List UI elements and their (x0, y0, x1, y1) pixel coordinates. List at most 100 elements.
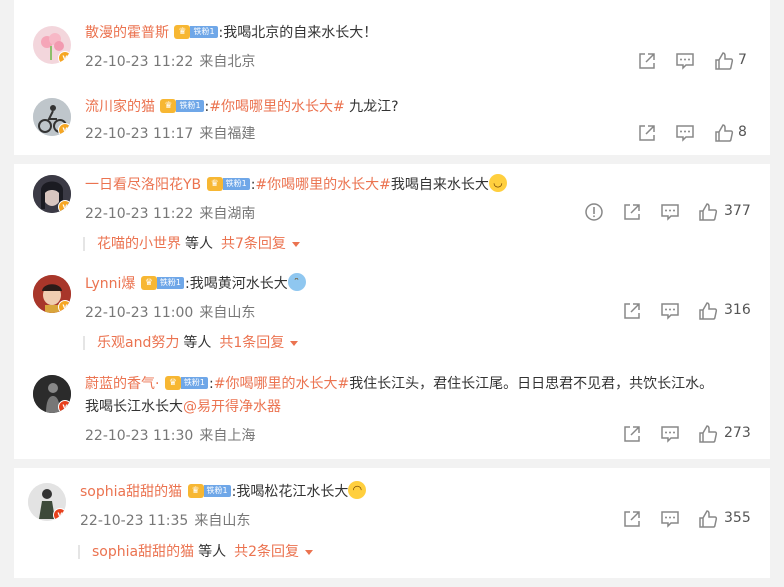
comment-location: 来自湖南 (199, 206, 256, 222)
avatar[interactable]: v (33, 275, 71, 313)
topic-hashtag[interactable]: #你喝哪里的水长大# (255, 177, 390, 193)
like-icon[interactable] (714, 123, 734, 143)
reply-divider (78, 545, 80, 559)
fan-badge: ♛ 铁粉1 (164, 376, 208, 390)
chevron-down-icon[interactable] (305, 549, 314, 555)
like-count: 316 (724, 302, 751, 318)
crown-icon: ♛ (164, 376, 181, 390)
share-icon[interactable] (637, 51, 657, 71)
comment-text-line-2: 我喝长江水长大@易开得净水器 (85, 397, 281, 417)
comment-icon[interactable] (660, 424, 680, 444)
share-icon[interactable] (622, 509, 642, 529)
comment-item: v 散漫的霍普斯 ♛ 铁粉1:我喝北京的自来水长大！ 22-10-23 11:22… (14, 0, 770, 80)
avatar[interactable]: v (33, 175, 71, 213)
comment-body: 九龙江? (344, 99, 399, 115)
chevron-down-icon[interactable] (290, 340, 299, 346)
comment-actions: 355 (622, 509, 768, 529)
comment-location: 来自山东 (194, 513, 251, 529)
comment-card: v 一日看尽洛阳花YB ♛ 铁粉1:#你喝哪里的水长大#我喝自来水长大 ◡ 22-1… (14, 164, 770, 459)
share-icon[interactable] (622, 202, 642, 222)
reply-summary[interactable]: 乐观and努力 等人 共1条回复 (83, 332, 299, 352)
verified-badge-icon: v (53, 508, 66, 521)
crown-icon: ♛ (187, 484, 204, 498)
comment-username[interactable]: 散漫的霍普斯 (85, 25, 169, 41)
reply-count-link[interactable]: 共1条回复 (219, 335, 284, 351)
like-icon[interactable] (698, 509, 718, 529)
verified-badge-icon: v (58, 123, 71, 136)
like-icon[interactable] (698, 202, 718, 222)
comment-body: 我喝自来水长大 (390, 177, 489, 193)
comment-meta: 22-10-23 11:17 来自福建 (85, 123, 255, 143)
like-icon[interactable] (714, 51, 734, 71)
reply-divider (83, 237, 85, 251)
comment-item: v 蔚蓝的香气· ♛ 铁粉1:#你喝哪里的水长大#我住长江头，君住长江尾。日日思君… (14, 364, 770, 459)
comment-username[interactable]: Lynni爆 (85, 276, 135, 292)
reply-divider (83, 336, 85, 350)
avatar[interactable]: v (33, 26, 71, 64)
avatar[interactable]: v (33, 375, 71, 413)
topic-hashtag[interactable]: #你喝哪里的水长大# (214, 376, 349, 392)
comment-card: v sophia甜甜的猫 ♛ 铁粉1:我喝松花江水长大 ◠ 22-10-23 11:… (14, 468, 770, 578)
reply-summary[interactable]: 花喵的小世界 等人 共7条回复 (83, 233, 300, 253)
comment-location: 来自福建 (199, 126, 256, 142)
verified-badge-icon: v (58, 51, 71, 64)
topic-hashtag[interactable]: #你喝哪里的水长大# (209, 99, 344, 115)
comment-meta: 22-10-23 11:35 来自山东 (80, 510, 250, 530)
comment-icon[interactable] (675, 123, 695, 143)
comment-body-continued: 我喝长江水长大 (85, 399, 183, 415)
like-icon[interactable] (698, 301, 718, 321)
comment-location: 来自北京 (199, 54, 256, 70)
comment-icon[interactable] (675, 51, 695, 71)
comment-date: 22-10-23 11:22 (85, 206, 194, 222)
reply-username[interactable]: 乐观and努力 (97, 335, 179, 351)
comment-actions: 8 (637, 123, 767, 143)
reply-count-link[interactable]: 共7条回复 (221, 236, 286, 252)
share-icon[interactable] (637, 123, 657, 143)
comment-username[interactable]: 流川家的猫 (85, 99, 155, 115)
comment-username[interactable]: 一日看尽洛阳花YB (85, 177, 201, 193)
comment-body: 我住长江头，君住长江尾。日日思君不见君，共饮长江水。 (349, 376, 714, 392)
comment-icon[interactable] (660, 202, 680, 222)
comment-date: 22-10-23 11:22 (85, 54, 194, 70)
reply-summary[interactable]: sophia甜甜的猫 等人 共2条回复 (78, 541, 314, 561)
like-count: 377 (724, 203, 751, 219)
reply-count-link[interactable]: 共2条回复 (234, 544, 299, 560)
share-icon[interactable] (622, 301, 642, 321)
doge-emoji-icon: ᵔ (287, 273, 306, 291)
comment-text-line: 一日看尽洛阳花YB ♛ 铁粉1:#你喝哪里的水长大#我喝自来水长大 ◡ (85, 174, 507, 195)
like-icon[interactable] (698, 424, 718, 444)
comment-card: v 散漫的霍普斯 ♛ 铁粉1:我喝北京的自来水长大！ 22-10-23 11:22… (14, 0, 770, 155)
avatar[interactable]: v (33, 98, 71, 136)
comment-meta: 22-10-23 11:22 来自北京 (85, 51, 255, 71)
comment-location: 来自山东 (199, 305, 256, 321)
comment-icon[interactable] (660, 509, 680, 529)
fan-badge: ♛ 铁粉1 (206, 177, 250, 191)
comment-body: 我喝北京的自来水长大！ (223, 25, 378, 41)
comment-actions: 377 (584, 202, 768, 222)
reply-username[interactable]: sophia甜甜的猫 (92, 544, 194, 560)
comment-icon[interactable] (660, 301, 680, 321)
crown-icon: ♛ (140, 276, 157, 290)
laugh-emoji-icon: ◠ (348, 481, 367, 499)
verified-badge-icon: v (58, 200, 71, 213)
verified-badge-icon: v (58, 300, 71, 313)
comment-username[interactable]: sophia甜甜的猫 (80, 484, 182, 500)
comment-item: v 一日看尽洛阳花YB ♛ 铁粉1:#你喝哪里的水长大#我喝自来水长大 ◡ 22-1… (14, 164, 770, 259)
reply-username[interactable]: 花喵的小世界 (97, 236, 181, 252)
chevron-down-icon[interactable] (291, 241, 300, 247)
comment-date: 22-10-23 11:35 (80, 513, 189, 529)
avatar[interactable]: v (28, 483, 66, 521)
comment-item: v Lynni爆 ♛ 铁粉1:我喝黄河水长大 ᵔ 22-10-23 11:00 来自山… (14, 264, 770, 359)
comment-body: 我喝黄河水长大 (189, 276, 288, 292)
mention-link[interactable]: @易开得净水器 (183, 399, 281, 415)
comment-location: 来自上海 (199, 428, 256, 444)
comment-item: v sophia甜甜的猫 ♛ 铁粉1:我喝松花江水长大 ◠ 22-10-23 11:… (14, 468, 770, 578)
comment-username[interactable]: 蔚蓝的香气· (85, 376, 159, 392)
crown-icon: ♛ (174, 25, 191, 39)
crown-icon: ♛ (160, 99, 177, 113)
comment-meta: 22-10-23 11:30 来自上海 (85, 425, 255, 445)
comment-text-line: sophia甜甜的猫 ♛ 铁粉1:我喝松花江水长大 ◠ (80, 481, 367, 502)
comment-actions: 316 (622, 301, 768, 321)
share-icon[interactable] (622, 424, 642, 444)
report-icon[interactable] (584, 202, 604, 222)
